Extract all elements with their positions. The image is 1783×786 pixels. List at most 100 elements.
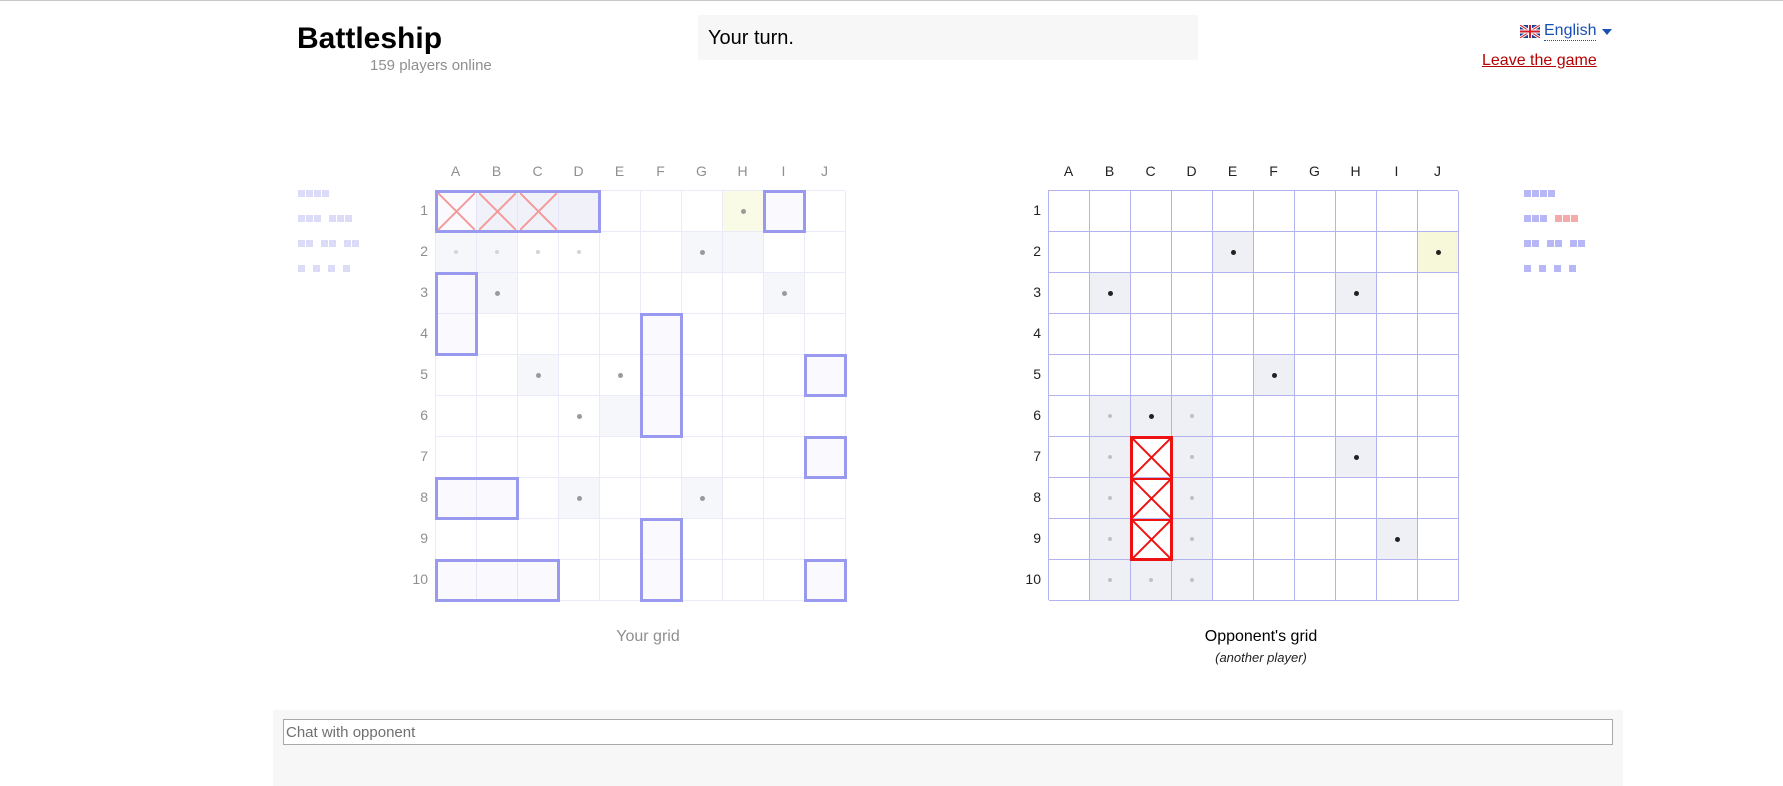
grid-cell-B2[interactable] xyxy=(1090,232,1131,273)
grid-cell-J4[interactable] xyxy=(1418,314,1459,355)
leave-game-link[interactable]: Leave the game xyxy=(1482,52,1597,70)
grid-cell-C1[interactable] xyxy=(1131,191,1172,232)
grid-cell-B10[interactable] xyxy=(1090,560,1131,601)
grid-cell-H6[interactable] xyxy=(1336,396,1377,437)
grid-cell-F8[interactable] xyxy=(1254,478,1295,519)
grid-cell-D2[interactable] xyxy=(1172,232,1213,273)
grid-cell-E7[interactable] xyxy=(1213,437,1254,478)
grid-cell-F3[interactable] xyxy=(1254,273,1295,314)
grid-cell-A2[interactable] xyxy=(1049,232,1090,273)
grid-cell-H5[interactable] xyxy=(1336,355,1377,396)
grid-cell-A10[interactable] xyxy=(1049,560,1090,601)
grid-cell-C6[interactable] xyxy=(1131,396,1172,437)
opponent-grid[interactable] xyxy=(1048,190,1459,601)
grid-cell-H10[interactable] xyxy=(1336,560,1377,601)
grid-cell-A9[interactable] xyxy=(1049,519,1090,560)
grid-cell-D8[interactable] xyxy=(1172,478,1213,519)
grid-cell-G8[interactable] xyxy=(1295,478,1336,519)
grid-cell-A7[interactable] xyxy=(1049,437,1090,478)
grid-cell-J10[interactable] xyxy=(1418,560,1459,601)
grid-cell-F10[interactable] xyxy=(1254,560,1295,601)
grid-cell-A5[interactable] xyxy=(1049,355,1090,396)
grid-cell-F4[interactable] xyxy=(1254,314,1295,355)
grid-cell-G1[interactable] xyxy=(1295,191,1336,232)
grid-cell-H9[interactable] xyxy=(1336,519,1377,560)
grid-cell-D1[interactable] xyxy=(1172,191,1213,232)
grid-cell-D6[interactable] xyxy=(1172,396,1213,437)
grid-cell-F6[interactable] xyxy=(1254,396,1295,437)
grid-cell-H4[interactable] xyxy=(1336,314,1377,355)
grid-cell-I5[interactable] xyxy=(1377,355,1418,396)
grid-cell-J8[interactable] xyxy=(1418,478,1459,519)
grid-cell-B1[interactable] xyxy=(1090,191,1131,232)
grid-cell-I3[interactable] xyxy=(1377,273,1418,314)
grid-cell-G2[interactable] xyxy=(1295,232,1336,273)
grid-cell-H3[interactable] xyxy=(1336,273,1377,314)
grid-cell-C5[interactable] xyxy=(1131,355,1172,396)
grid-cell-F5[interactable] xyxy=(1254,355,1295,396)
grid-cell-F9[interactable] xyxy=(1254,519,1295,560)
grid-cell-A1[interactable] xyxy=(1049,191,1090,232)
grid-cell-B7[interactable] xyxy=(1090,437,1131,478)
grid-cell-H2[interactable] xyxy=(1336,232,1377,273)
grid-cell-B3[interactable] xyxy=(1090,273,1131,314)
grid-cell-B6[interactable] xyxy=(1090,396,1131,437)
grid-cell-I6[interactable] xyxy=(1377,396,1418,437)
chat-input[interactable] xyxy=(283,719,1613,745)
grid-cell-B9[interactable] xyxy=(1090,519,1131,560)
grid-cell-E9[interactable] xyxy=(1213,519,1254,560)
grid-cell-E4[interactable] xyxy=(1213,314,1254,355)
grid-cell-C4[interactable] xyxy=(1131,314,1172,355)
grid-cell-B8[interactable] xyxy=(1090,478,1131,519)
grid-cell-D10[interactable] xyxy=(1172,560,1213,601)
grid-cell-F2[interactable] xyxy=(1254,232,1295,273)
grid-cell-J7[interactable] xyxy=(1418,437,1459,478)
grid-cell-H1[interactable] xyxy=(1336,191,1377,232)
grid-cell-G6[interactable] xyxy=(1295,396,1336,437)
grid-cell-F7[interactable] xyxy=(1254,437,1295,478)
grid-cell-E10[interactable] xyxy=(1213,560,1254,601)
grid-cell-A3[interactable] xyxy=(1049,273,1090,314)
grid-cell-C3[interactable] xyxy=(1131,273,1172,314)
grid-cell-J6[interactable] xyxy=(1418,396,1459,437)
grid-cell-A4[interactable] xyxy=(1049,314,1090,355)
grid-cell-G9[interactable] xyxy=(1295,519,1336,560)
grid-cell-D5[interactable] xyxy=(1172,355,1213,396)
grid-cell-I7[interactable] xyxy=(1377,437,1418,478)
grid-cell-D9[interactable] xyxy=(1172,519,1213,560)
grid-cell-F1[interactable] xyxy=(1254,191,1295,232)
grid-cell-E8[interactable] xyxy=(1213,478,1254,519)
grid-cell-E2[interactable] xyxy=(1213,232,1254,273)
grid-cell-I10[interactable] xyxy=(1377,560,1418,601)
grid-cell-I2[interactable] xyxy=(1377,232,1418,273)
grid-cell-I9[interactable] xyxy=(1377,519,1418,560)
grid-cell-B4[interactable] xyxy=(1090,314,1131,355)
grid-cell-H8[interactable] xyxy=(1336,478,1377,519)
grid-cell-E6[interactable] xyxy=(1213,396,1254,437)
grid-cell-D3[interactable] xyxy=(1172,273,1213,314)
grid-cell-I4[interactable] xyxy=(1377,314,1418,355)
grid-cell-G10[interactable] xyxy=(1295,560,1336,601)
language-selector[interactable]: English xyxy=(1520,22,1613,41)
grid-cell-A6[interactable] xyxy=(1049,396,1090,437)
grid-cell-J2[interactable] xyxy=(1418,232,1459,273)
grid-cell-E1[interactable] xyxy=(1213,191,1254,232)
grid-cell-D4[interactable] xyxy=(1172,314,1213,355)
grid-cell-C10[interactable] xyxy=(1131,560,1172,601)
grid-cell-C2[interactable] xyxy=(1131,232,1172,273)
grid-cell-E5[interactable] xyxy=(1213,355,1254,396)
grid-cell-J5[interactable] xyxy=(1418,355,1459,396)
grid-cell-B5[interactable] xyxy=(1090,355,1131,396)
grid-cell-I8[interactable] xyxy=(1377,478,1418,519)
grid-cell-G3[interactable] xyxy=(1295,273,1336,314)
grid-cell-A8[interactable] xyxy=(1049,478,1090,519)
grid-cell-J3[interactable] xyxy=(1418,273,1459,314)
grid-cell-G7[interactable] xyxy=(1295,437,1336,478)
grid-cell-G4[interactable] xyxy=(1295,314,1336,355)
grid-cell-J9[interactable] xyxy=(1418,519,1459,560)
grid-cell-J1[interactable] xyxy=(1418,191,1459,232)
grid-cell-E3[interactable] xyxy=(1213,273,1254,314)
grid-cell-I1[interactable] xyxy=(1377,191,1418,232)
grid-cell-D7[interactable] xyxy=(1172,437,1213,478)
grid-cell-G5[interactable] xyxy=(1295,355,1336,396)
